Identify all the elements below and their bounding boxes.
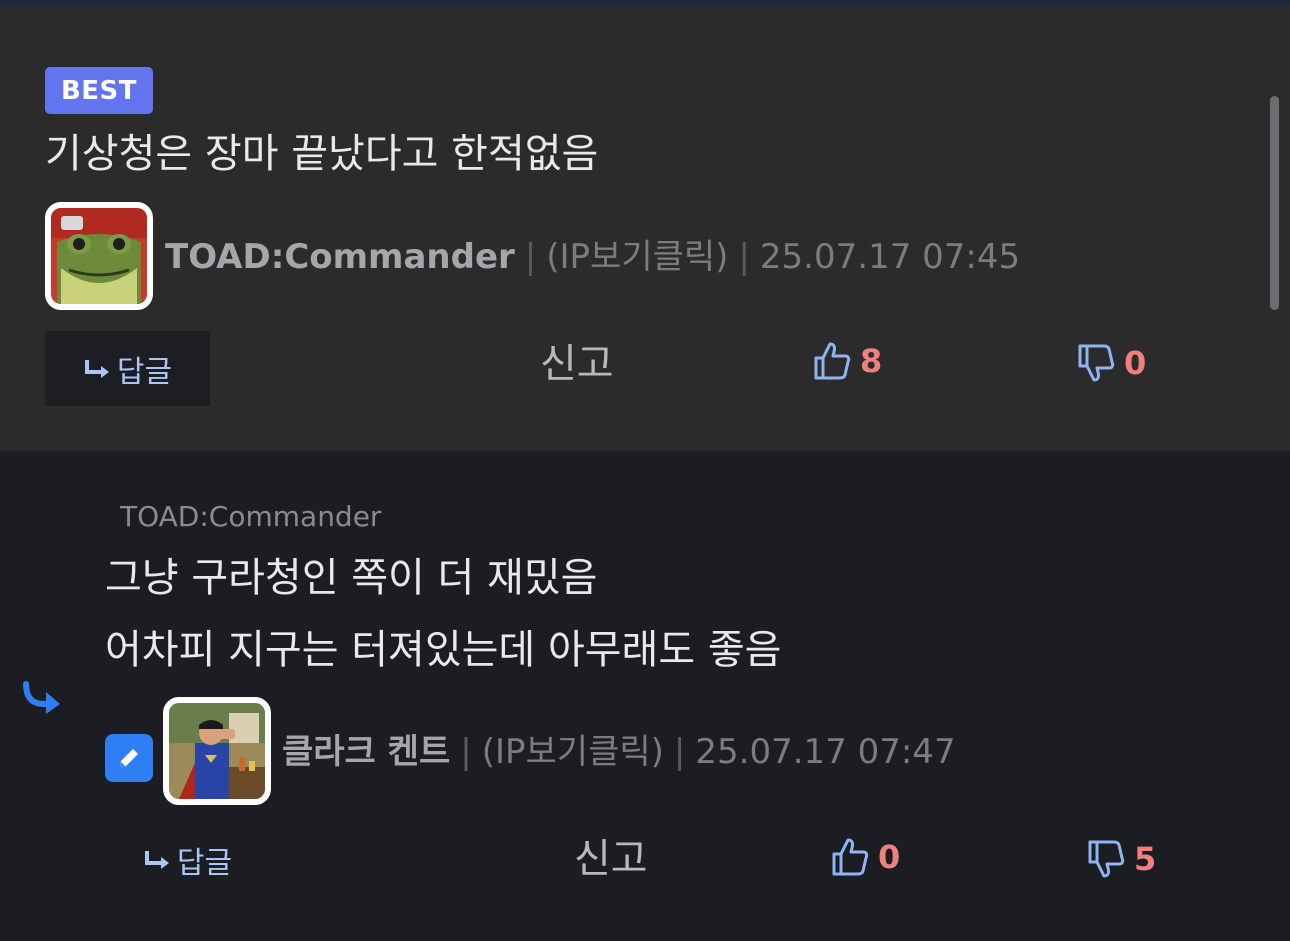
downvote-button[interactable]: 0 bbox=[1076, 342, 1146, 384]
report-button[interactable]: 신고 bbox=[574, 839, 648, 879]
reply-arrow-icon bbox=[144, 851, 169, 869]
comment-timestamp: 25.07.17 07:45 bbox=[759, 237, 1021, 277]
upvote-count: 0 bbox=[878, 838, 901, 876]
scrollbar[interactable] bbox=[1270, 96, 1279, 310]
thumbs-up-icon bbox=[814, 342, 851, 380]
separator: | bbox=[460, 732, 472, 772]
ip-view-link[interactable]: (IP보기클릭) bbox=[482, 732, 664, 772]
best-comment-meta: TOAD:Commander | (IP보기클릭) | 25.07.17 07:45 bbox=[165, 240, 1020, 274]
best-comment-text: 기상청은 장마 끝났다고 한적없음 bbox=[45, 131, 599, 177]
downvote-button[interactable]: 5 bbox=[1086, 838, 1156, 880]
upvote-count: 8 bbox=[860, 342, 883, 380]
reply-comment-line-1: 그냥 구라청인 쪽이 더 재밌음 bbox=[105, 555, 598, 601]
upvote-button[interactable]: 8 bbox=[812, 340, 882, 382]
reply-indicator-icon bbox=[23, 681, 60, 714]
reply-button[interactable]: 답글 bbox=[45, 331, 210, 406]
separator: | bbox=[738, 237, 750, 277]
reply-label: 답글 bbox=[116, 354, 173, 390]
downvote-count: 5 bbox=[1134, 840, 1157, 878]
avatar-clark-kent[interactable] bbox=[163, 697, 271, 805]
pencil-icon bbox=[120, 749, 138, 767]
superman-avatar-image bbox=[169, 703, 265, 799]
ip-view-link[interactable]: (IP보기클릭) bbox=[546, 237, 728, 277]
separator: | bbox=[524, 237, 537, 277]
best-badge: BEST bbox=[45, 67, 153, 114]
reply-comment-meta: 클라크 켄트 | (IP보기클릭) | 25.07.17 07:47 bbox=[282, 735, 956, 769]
reply-comment-line-2: 어차피 지구는 터져있는데 아무래도 좋음 bbox=[105, 627, 782, 673]
edit-badge[interactable] bbox=[105, 734, 153, 782]
thumbs-down-icon bbox=[1078, 344, 1115, 382]
thumbs-down-icon bbox=[1088, 840, 1125, 878]
comment-timestamp: 25.07.17 07:47 bbox=[695, 732, 956, 772]
reply-arrow-icon bbox=[84, 359, 109, 378]
thumbs-up-icon bbox=[832, 838, 869, 876]
upvote-button[interactable]: 0 bbox=[830, 836, 900, 878]
avatar-toad-commander[interactable] bbox=[45, 202, 153, 310]
downvote-count: 0 bbox=[1124, 344, 1147, 382]
reply-button[interactable]: 답글 bbox=[140, 835, 235, 885]
report-button[interactable]: 신고 bbox=[540, 344, 614, 384]
author-nickname[interactable]: TOAD:Commander bbox=[165, 237, 515, 277]
reply-label: 답글 bbox=[176, 846, 233, 881]
frog-avatar-image bbox=[51, 208, 147, 304]
author-nickname[interactable]: 클라크 켄트 bbox=[282, 732, 450, 772]
quoted-nickname: TOAD:Commander bbox=[120, 500, 382, 533]
separator: | bbox=[673, 732, 686, 772]
